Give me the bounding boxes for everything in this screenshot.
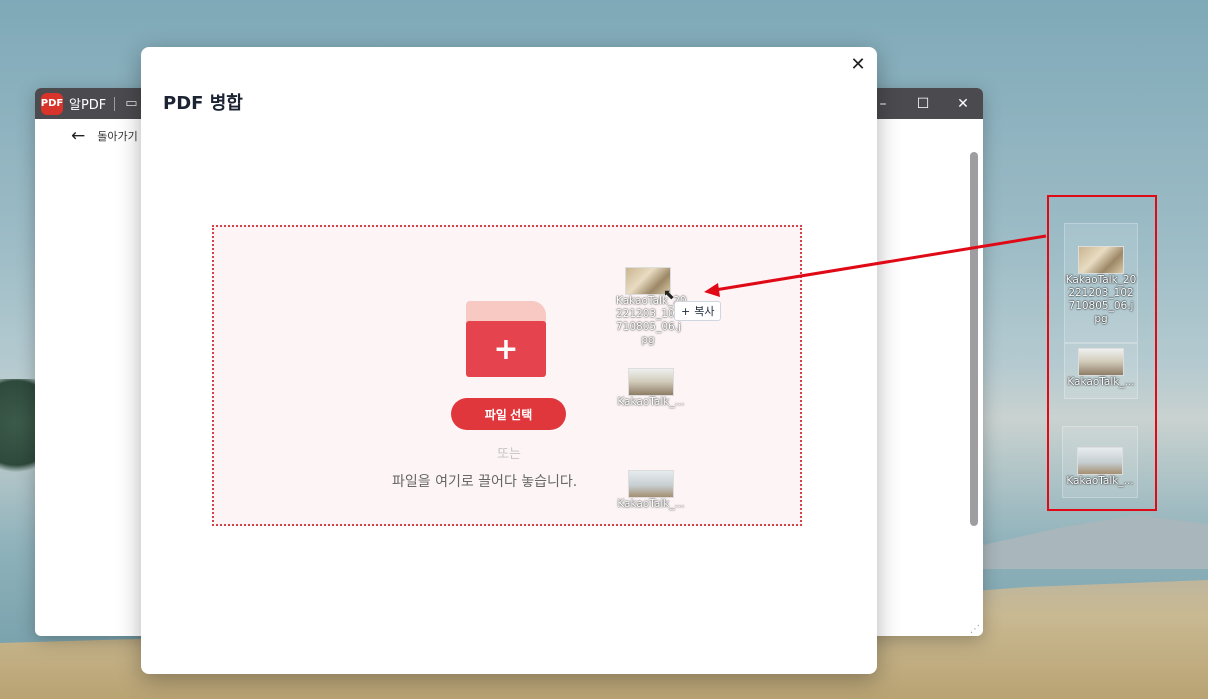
file-name-line: 221203_102 xyxy=(1068,287,1134,299)
desktop-file[interactable]: KakaoTalk_... xyxy=(1062,426,1138,498)
file-name-line: 710805_06.j xyxy=(1068,300,1134,312)
copy-plus-icon: + xyxy=(681,304,691,318)
drag-instruction: 파일을 여기로 끌어다 놓습니다. xyxy=(392,474,578,490)
back-arrow-icon: ← xyxy=(71,126,86,146)
file-name-line: 710805_06.j xyxy=(616,321,681,333)
file-thumbnail xyxy=(1078,246,1124,274)
file-name: KakaoTalk_... xyxy=(1066,475,1134,487)
file-name: KakaoTalk_... xyxy=(1067,376,1135,388)
folder-front: + xyxy=(466,321,546,377)
dragging-file: KakaoTalk_... xyxy=(616,368,686,409)
or-text: 또는 xyxy=(497,447,521,462)
dragging-file: KakaoTalk_20 221203_102 710805_06.j pg xyxy=(616,267,687,347)
desktop-file[interactable]: KakaoTalk_... xyxy=(1064,343,1138,399)
modal-title: PDF 병합 xyxy=(163,93,243,114)
select-file-button[interactable]: 파일 선택 xyxy=(451,398,566,430)
app-name: 알PDF xyxy=(69,98,107,113)
app-logo-icon: PDF xyxy=(41,92,63,115)
dragging-file: KakaoTalk_... xyxy=(616,470,686,511)
resize-grip-icon[interactable]: ⋰ xyxy=(970,624,980,635)
back-button[interactable]: ← 돌아가기 xyxy=(71,126,138,146)
desktop-file[interactable]: KakaoTalk_20 221203_102 710805_06.j pg xyxy=(1064,223,1138,343)
pdf-merge-modal: PDF 병합 ✕ + 파일 선택 또는 파일을 여기로 끌어다 놓습니다. Ka… xyxy=(141,47,877,674)
back-label: 돌아가기 xyxy=(97,130,138,143)
window-scrollbar[interactable] xyxy=(970,152,978,526)
file-name-line: pg xyxy=(1094,313,1108,325)
file-thumbnail xyxy=(628,368,674,396)
folder-icon[interactable]: ▭ xyxy=(125,96,137,111)
file-thumbnail xyxy=(1078,348,1124,376)
close-window-icon[interactable]: ✕ xyxy=(943,88,983,119)
file-thumbnail xyxy=(628,470,674,498)
file-thumbnail xyxy=(1077,447,1123,475)
copy-label: 복사 xyxy=(694,305,715,318)
window-controls: – ☐ ✕ xyxy=(863,88,983,119)
file-dropzone[interactable]: + 파일 선택 또는 파일을 여기로 끌어다 놓습니다. KakaoTalk_2… xyxy=(212,225,802,526)
desktop-tree xyxy=(0,379,40,489)
title-separator xyxy=(114,96,116,111)
file-name-line: 221203_102 xyxy=(616,308,682,320)
file-name-line: pg xyxy=(641,334,655,346)
file-name-line: KakaoTalk_20 xyxy=(1065,274,1137,286)
file-name: KakaoTalk_... xyxy=(617,396,685,408)
folder-add-icon[interactable]: + xyxy=(466,301,546,377)
cursor-icon: ⬉ xyxy=(663,287,675,303)
maximize-icon[interactable]: ☐ xyxy=(903,88,943,119)
close-icon[interactable]: ✕ xyxy=(847,53,869,75)
copy-tooltip: + 복사 xyxy=(674,301,722,321)
file-name: KakaoTalk_... xyxy=(617,498,685,510)
